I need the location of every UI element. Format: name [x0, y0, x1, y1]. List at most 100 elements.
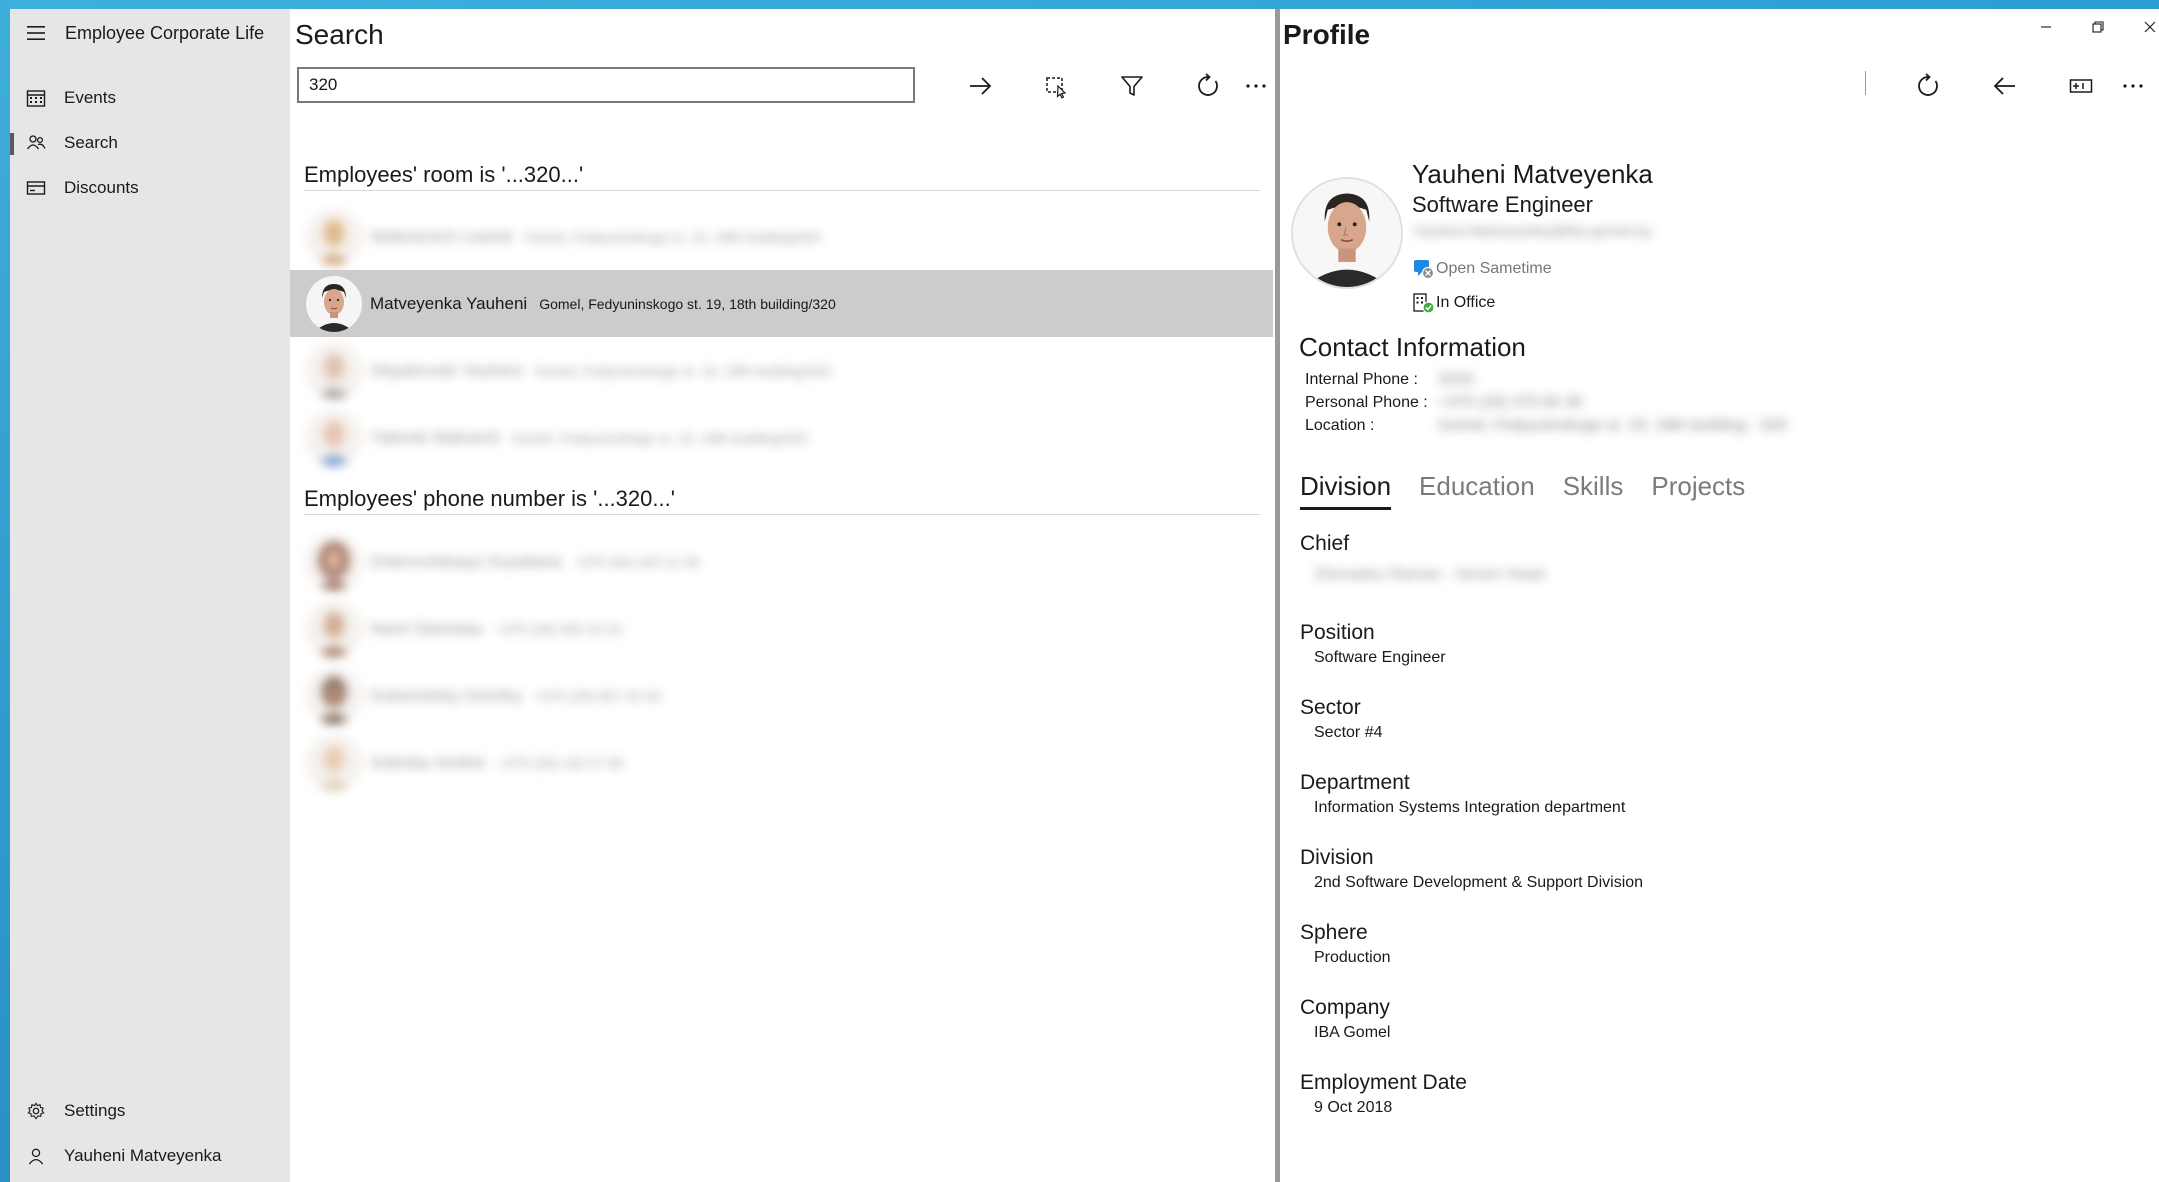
field-value-sector: Sector #4: [1314, 724, 1383, 741]
contact-label: Internal Phone :: [1305, 371, 1418, 388]
profile-title: Profile: [1283, 19, 1371, 50]
filter-icon: [1121, 76, 1143, 96]
avatar: [306, 734, 362, 791]
profile-more-button[interactable]: [2105, 65, 2159, 107]
employee-name: Walesevich Leanid: [370, 226, 513, 246]
field-label-position: Position: [1300, 621, 1375, 644]
contact-label: Location :: [1305, 417, 1375, 434]
more-icon: [2123, 84, 2143, 88]
group-header: Employees' phone number is '...320...': [304, 486, 675, 511]
field-value-division: 2nd Software Development & Support Divis…: [1314, 874, 1644, 891]
calendar-icon: [10, 89, 62, 107]
field-label-company: Company: [1300, 996, 1390, 1019]
tab-projects[interactable]: Projects: [1651, 471, 1745, 510]
close-icon: [2144, 21, 2156, 33]
contact-value: +375 (33) 370 83 36: [1438, 394, 1583, 411]
employee-name: Dobrovolskaya Svyatlana: [370, 551, 562, 571]
employee-detail: +375 (44) 320 11 00: [573, 553, 700, 570]
field-value-department: Information Systems Integration departme…: [1314, 799, 1626, 816]
avatar: [306, 409, 362, 466]
refresh-icon: [1198, 73, 1218, 96]
profile-refresh-button[interactable]: [1900, 65, 1956, 107]
nav-item-settings[interactable]: Settings: [10, 1089, 290, 1133]
list-item-selected[interactable]: Matveyenka Yauheni Gomel, Fedyuninskogo …: [290, 270, 1273, 337]
list-item[interactable]: Walesevich Leanid Gomel, Fedyuninskogo s…: [290, 203, 1273, 270]
tab-division[interactable]: Division: [1300, 471, 1392, 510]
sametime-status[interactable]: Open Sametime: [1412, 257, 1552, 281]
navigation-pane: Employee Corporate Life Events Search Di…: [10, 9, 290, 1182]
field-label-department: Department: [1300, 771, 1410, 794]
employee-name: Matveyenka Yauheni: [370, 293, 528, 313]
arrow-right-icon: [970, 77, 992, 95]
employee-name: Dubenetsky Dzmitry: [370, 685, 523, 705]
contact-row-personal-phone: Personal Phone : +375 (33) 370 83 36: [1305, 394, 1583, 412]
list-item[interactable]: Yakimik Maksimil Gomel, Fedyuninskogo st…: [290, 404, 1273, 471]
employee-name: Yakimik Maksimil: [370, 427, 500, 447]
back-button[interactable]: [1977, 65, 2033, 107]
profile-pane: Profile Yauheni Matveyenka Software Engi…: [1280, 9, 2159, 1182]
field-value-chief[interactable]: Zhenadzu Raman - Sector Head: [1314, 566, 1544, 584]
hamburger-menu-button[interactable]: [10, 9, 62, 57]
field-label-sphere: Sphere: [1300, 921, 1368, 944]
contact-row-internal-phone: Internal Phone : 3220: [1305, 371, 1474, 389]
office-status-label: In Office: [1436, 294, 1496, 311]
minimize-icon: [2041, 26, 2051, 28]
avatar: [306, 533, 362, 590]
close-button[interactable]: [2124, 9, 2159, 45]
add-contact-button[interactable]: [2053, 65, 2109, 107]
profile-name: Yauheni Matveyenka: [1412, 159, 1653, 189]
nav-item-label: Settings: [64, 1101, 126, 1120]
avatar: [306, 342, 362, 399]
contact-info-title: Contact Information: [1299, 332, 1526, 362]
nav-item-label: Yauheni Matveyenka: [64, 1146, 222, 1165]
more-icon: [1246, 84, 1266, 88]
contact-label: Personal Phone :: [1305, 394, 1428, 411]
group-header: Employees' room is '...320...': [304, 162, 584, 187]
filter-button[interactable]: [1104, 65, 1160, 107]
nav-item-label: Discounts: [64, 178, 139, 197]
field-label-employment-date: Employment Date: [1300, 1071, 1467, 1094]
restore-icon: [2092, 21, 2104, 33]
refresh-icon: [1918, 73, 1938, 96]
nav-item-events[interactable]: Events: [10, 76, 290, 120]
field-label-chief: Chief: [1300, 532, 1350, 555]
field-value-employment-date: 9 Oct 2018: [1314, 1099, 1393, 1116]
restore-button[interactable]: [2072, 9, 2124, 45]
employee-detail: Gomel, Fedyuninskogo st. 19, 18th buildi…: [524, 228, 821, 245]
field-value-sphere: Production: [1314, 949, 1391, 966]
employee-detail: Gomel, Fedyuninskogo st. 19, 18th buildi…: [534, 362, 832, 379]
group-divider: [304, 190, 1260, 191]
desktop-top-edge: [0, 0, 2159, 9]
group-divider: [304, 514, 1260, 515]
nav-item-account[interactable]: Yauheni Matveyenka: [10, 1134, 290, 1178]
select-button[interactable]: [1028, 65, 1084, 107]
list-item[interactable]: Navit Stanislau +375 (29) 555 32 20: [290, 595, 1273, 662]
list-item[interactable]: Sobolau Andrei +375 (29) 132 07 80: [290, 729, 1273, 796]
employee-detail: Gomel, Fedyuninskogo st. 19, 18th buildi…: [539, 295, 836, 312]
people-icon: [10, 134, 62, 152]
field-value-position: Software Engineer: [1314, 649, 1446, 666]
field-label-division: Division: [1300, 846, 1374, 869]
nav-item-label: Search: [64, 133, 118, 152]
minimize-button[interactable]: [2020, 9, 2072, 45]
employee-detail: +375 (29) 657 32 05: [534, 687, 661, 704]
desktop-left-edge: [0, 0, 10, 1182]
nav-item-label: Events: [64, 88, 116, 107]
nav-item-search[interactable]: Search: [10, 121, 290, 165]
list-item[interactable]: Dubenetsky Dzmitry +375 (29) 657 32 05: [290, 662, 1273, 729]
app-window: Employee Corporate Life Events Search Di…: [10, 9, 2159, 1182]
list-item[interactable]: Shpakovski Yauheni Gomel, Fedyuninskogo …: [290, 337, 1273, 404]
app-title: Employee Corporate Life: [65, 22, 265, 43]
employee-detail: +375 (29) 132 07 80: [497, 754, 624, 771]
tab-education[interactable]: Education: [1419, 471, 1535, 510]
avatar: [306, 275, 362, 332]
contact-card-icon: [2069, 79, 2093, 93]
avatar: [306, 600, 362, 657]
go-button[interactable]: [952, 65, 1008, 107]
search-input[interactable]: [297, 67, 915, 103]
nav-item-discounts[interactable]: Discounts: [10, 166, 290, 210]
field-label-sector: Sector: [1300, 696, 1361, 719]
tab-skills[interactable]: Skills: [1563, 471, 1624, 510]
avatar: [306, 208, 362, 265]
list-item[interactable]: Dobrovolskaya Svyatlana +375 (44) 320 11…: [290, 528, 1273, 595]
